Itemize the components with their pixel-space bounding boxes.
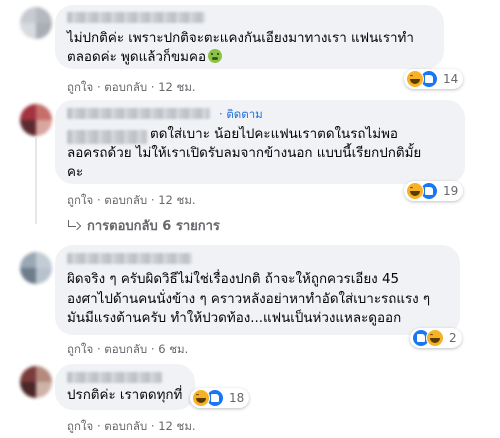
comment-timestamp[interactable]: 12 ชม. <box>158 80 195 94</box>
comment-text-line: มันมีแรงต้านครับ ทำให้ปวดท้อง...แฟนเป็นห… <box>67 311 402 326</box>
commenter-name-blurred[interactable] <box>67 372 162 383</box>
comment-timestamp[interactable]: 6 ชม. <box>158 342 188 356</box>
follow-link[interactable]: · ติดตาม <box>219 106 263 124</box>
reaction-count: 19 <box>443 184 459 198</box>
comment-text-line: ตลอดค่ะ พูดแล้วก็ขมคอ <box>67 49 223 67</box>
reply-action[interactable]: ตอบกลับ <box>104 342 147 356</box>
haha-reaction-icon <box>192 389 210 407</box>
reaction-summary[interactable]: 19 <box>404 181 464 201</box>
like-action[interactable]: ถูกใจ <box>67 193 93 207</box>
comment-text-line: ตดใส่เบาะ น้อยไปคะแฟนเราตดในรถไม่พอ <box>150 127 398 142</box>
commenter-name-blurred[interactable] <box>67 12 205 23</box>
reaction-count: 18 <box>229 391 245 405</box>
haha-reaction-icon <box>426 329 444 347</box>
avatar[interactable] <box>20 366 52 398</box>
comment-actions: ถูกใจ · ตอบกลับ · 12 ชม. <box>67 193 196 207</box>
like-action[interactable]: ถูกใจ <box>67 342 93 356</box>
reply-thread-line <box>35 138 37 224</box>
avatar[interactable] <box>20 7 52 39</box>
like-action[interactable]: ถูกใจ <box>67 419 93 433</box>
avatar[interactable] <box>20 252 52 284</box>
commenter-name-blurred[interactable] <box>67 253 192 264</box>
like-action[interactable]: ถูกใจ <box>67 80 93 94</box>
haha-reaction-icon <box>406 70 424 88</box>
comment-text-line: คะ <box>67 165 84 180</box>
commenter-name-blurred-line2 <box>67 130 147 144</box>
comment-text-line: ไม่ปกติค่ะ เพราะปกติจะตะแคงกันเอียงมาทาง… <box>67 31 414 46</box>
comment-timestamp[interactable]: 12 ชม. <box>158 419 195 433</box>
comment-text-line: องศาไปด้านคนนั่งข้าง ๆ คราวหลังอย่าหาทำอ… <box>67 292 431 307</box>
view-replies-link[interactable]: การตอบกลับ 6 รายการ <box>67 215 220 236</box>
comment-actions: ถูกใจ · ตอบกลับ · 6 ชม. <box>67 342 189 356</box>
comment-timestamp[interactable]: 12 ชม. <box>158 193 195 207</box>
comment-text-line: ปรกติค่ะ เราตดทุกที่ <box>67 388 183 403</box>
reaction-count: 2 <box>449 331 457 345</box>
reaction-summary[interactable]: 2 <box>410 328 462 348</box>
comment-text-line: ลอครถด้วย ไม่ให้เราเปิดรับลมจากข้างนอก แ… <box>67 146 422 161</box>
haha-reaction-icon <box>406 182 424 200</box>
reply-action[interactable]: ตอบกลับ <box>104 80 147 94</box>
reaction-summary[interactable]: 14 <box>404 69 464 89</box>
reply-arrow-icon <box>67 220 81 230</box>
sick-face-emoji-icon <box>208 49 223 63</box>
comment-actions: ถูกใจ · ตอบกลับ · 12 ชม. <box>67 419 196 433</box>
commenter-name-blurred[interactable] <box>67 108 210 119</box>
reaction-summary[interactable]: 18 <box>190 388 250 408</box>
avatar[interactable] <box>20 104 52 136</box>
comment-actions: ถูกใจ · ตอบกลับ · 12 ชม. <box>67 80 196 94</box>
reply-action[interactable]: ตอบกลับ <box>104 193 147 207</box>
reply-action[interactable]: ตอบกลับ <box>104 419 147 433</box>
reaction-count: 14 <box>443 72 459 86</box>
comment-text-line: ผิดจริง ๆ ครับผิดวิธีไม่ใช่เรื่องปกติ ถ้… <box>67 272 400 287</box>
